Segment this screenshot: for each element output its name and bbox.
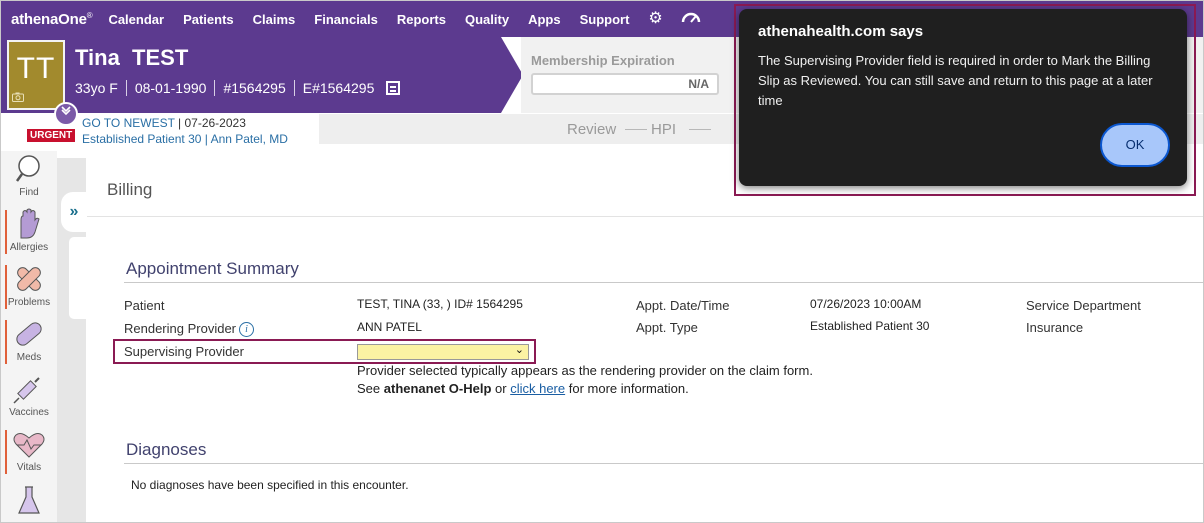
tab-review[interactable]: Review bbox=[567, 121, 616, 138]
sidebar-item-vaccines[interactable]: Vaccines bbox=[1, 373, 57, 425]
flask-icon bbox=[1, 483, 57, 515]
patient-avatar[interactable]: TT bbox=[7, 40, 65, 110]
tab-hpi[interactable]: HPI bbox=[651, 121, 676, 138]
appointment-summary-heading: Appointment Summary bbox=[126, 259, 299, 278]
info-icon[interactable]: i bbox=[239, 322, 255, 337]
expand-panel-button[interactable]: » bbox=[61, 192, 87, 232]
camera-icon[interactable] bbox=[12, 92, 24, 105]
chevron-down-icon: ⌄ bbox=[514, 344, 524, 356]
divider bbox=[124, 463, 1203, 464]
patient-dob: 08-01-1990 bbox=[134, 80, 207, 96]
diagnoses-heading: Diagnoses bbox=[126, 440, 207, 459]
appt-datetime-label: Appt. Date/Time bbox=[636, 298, 730, 313]
service-department-label: Service Department bbox=[1026, 298, 1141, 313]
encounter-details: Established Patient 30 | Ann Patel, MD bbox=[82, 132, 288, 146]
divider bbox=[125, 80, 127, 96]
clinical-sidebar: Find Allergies Problems Meds Vaccines Vi… bbox=[1, 151, 57, 522]
sidebar-item-label: Problems bbox=[7, 297, 51, 308]
membership-value: N/A bbox=[531, 73, 719, 95]
heart-pulse-icon bbox=[1, 428, 57, 460]
nav-apps[interactable]: Apps bbox=[528, 12, 561, 27]
diagnoses-empty-text: No diagnoses have been specified in this… bbox=[131, 478, 409, 492]
sidebar-item-labs[interactable] bbox=[1, 483, 57, 522]
page-title: Billing bbox=[107, 180, 153, 199]
encounter-type-link[interactable]: Established Patient 30 bbox=[82, 132, 201, 146]
sidebar-item-label: Vitals bbox=[16, 462, 42, 473]
sidebar-item-meds[interactable]: Meds bbox=[1, 318, 57, 370]
sidebar-item-problems[interactable]: Problems bbox=[1, 263, 57, 315]
divider bbox=[87, 216, 1203, 217]
patient-name: Tina TEST bbox=[75, 45, 189, 70]
nav-quality[interactable]: Quality bbox=[465, 12, 509, 27]
supervising-provider-select[interactable]: ⌄ bbox=[357, 344, 529, 360]
divider bbox=[124, 282, 1203, 283]
sidebar-item-find[interactable]: Find bbox=[1, 153, 57, 205]
appt-type-value: Established Patient 30 bbox=[810, 319, 930, 333]
sidebar-item-vitals[interactable]: Vitals bbox=[1, 428, 57, 480]
sidebar-item-label: Meds bbox=[16, 352, 42, 363]
syringe-icon bbox=[1, 373, 57, 405]
app-window: athenaOne® Calendar Patients Claims Fina… bbox=[0, 0, 1204, 523]
banner-arrow bbox=[501, 37, 523, 113]
nav-financials[interactable]: Financials bbox=[314, 12, 378, 27]
patient-label: Patient bbox=[124, 298, 165, 313]
speedometer-icon[interactable] bbox=[681, 10, 701, 28]
dialog-message: The Supervising Provider field is requir… bbox=[758, 53, 1153, 108]
gear-icon[interactable]: ⚙ bbox=[648, 11, 662, 27]
sidebar-item-label: Vaccines bbox=[9, 407, 49, 418]
patient-banner: TT Tina TEST 33yo F 08-01-1990 #1564295 … bbox=[1, 37, 501, 113]
hand-icon bbox=[1, 208, 57, 240]
ok-button[interactable]: OK bbox=[1100, 123, 1170, 167]
panel-tab bbox=[69, 237, 86, 319]
stage-connector bbox=[689, 129, 711, 130]
athenaone-logo[interactable]: athenaOne® bbox=[11, 11, 93, 28]
encounter-provider-link[interactable]: Ann Patel, MD bbox=[211, 132, 288, 146]
sidebar-item-label: Allergies bbox=[9, 242, 49, 253]
nav-calendar[interactable]: Calendar bbox=[108, 12, 164, 27]
billing-panel: Billing Appointment Summary Patient TEST… bbox=[87, 158, 1203, 522]
supervising-provider-label: Supervising Provider bbox=[124, 344, 244, 359]
pill-icon bbox=[1, 318, 57, 350]
patient-enterprise-id: E#1564295 bbox=[302, 80, 375, 96]
stage-connector bbox=[625, 129, 647, 130]
document-icon[interactable] bbox=[386, 81, 401, 95]
appt-type-label: Appt. Type bbox=[636, 320, 698, 335]
click-here-link[interactable]: click here bbox=[510, 381, 565, 396]
dialog-title: athenahealth.com says bbox=[758, 23, 924, 40]
go-to-newest-link[interactable]: GO TO NEWEST bbox=[82, 116, 175, 130]
chevron-down-icon[interactable] bbox=[54, 102, 78, 126]
help-links: See athenanet O-Help or click here for m… bbox=[357, 381, 689, 396]
divider bbox=[214, 80, 216, 96]
patient-demographics: 33yo F 08-01-1990 #1564295 E#1564295 bbox=[75, 80, 401, 96]
rendering-provider-value: ANN PATEL bbox=[357, 320, 422, 334]
magnifier-icon bbox=[1, 153, 57, 185]
nav-claims[interactable]: Claims bbox=[253, 12, 296, 27]
rendering-provider-label: Rendering Provider i bbox=[124, 321, 255, 337]
bandage-icon bbox=[1, 263, 57, 295]
encounter-date: 07-26-2023 bbox=[184, 116, 246, 130]
nav-patients[interactable]: Patients bbox=[183, 12, 234, 27]
patient-value: TEST, TINA (33, ) ID# 1564295 bbox=[357, 297, 523, 311]
nav-support[interactable]: Support bbox=[580, 12, 630, 27]
sidebar-item-allergies[interactable]: Allergies bbox=[1, 208, 57, 260]
patient-age-sex: 33yo F bbox=[75, 80, 118, 96]
divider bbox=[293, 80, 295, 96]
sidebar-item-label: Find bbox=[19, 187, 39, 198]
insurance-label: Insurance bbox=[1026, 320, 1084, 335]
alert-dialog: athenahealth.com says The Supervising Pr… bbox=[739, 9, 1187, 186]
patient-id: #1564295 bbox=[223, 80, 286, 96]
membership-label: Membership Expiration bbox=[531, 53, 675, 68]
encounter-header: GO TO NEWEST | 07-26-2023 bbox=[82, 116, 246, 130]
nav-reports[interactable]: Reports bbox=[397, 12, 446, 27]
supervising-help-text: Provider selected typically appears as t… bbox=[357, 363, 813, 378]
appt-datetime-value: 07/26/2023 10:00AM bbox=[810, 297, 922, 311]
patient-initials: TT bbox=[16, 52, 56, 85]
athenanet-ohelp-link[interactable]: athenanet O-Help bbox=[384, 381, 492, 396]
urgent-badge: URGENT bbox=[27, 129, 76, 142]
